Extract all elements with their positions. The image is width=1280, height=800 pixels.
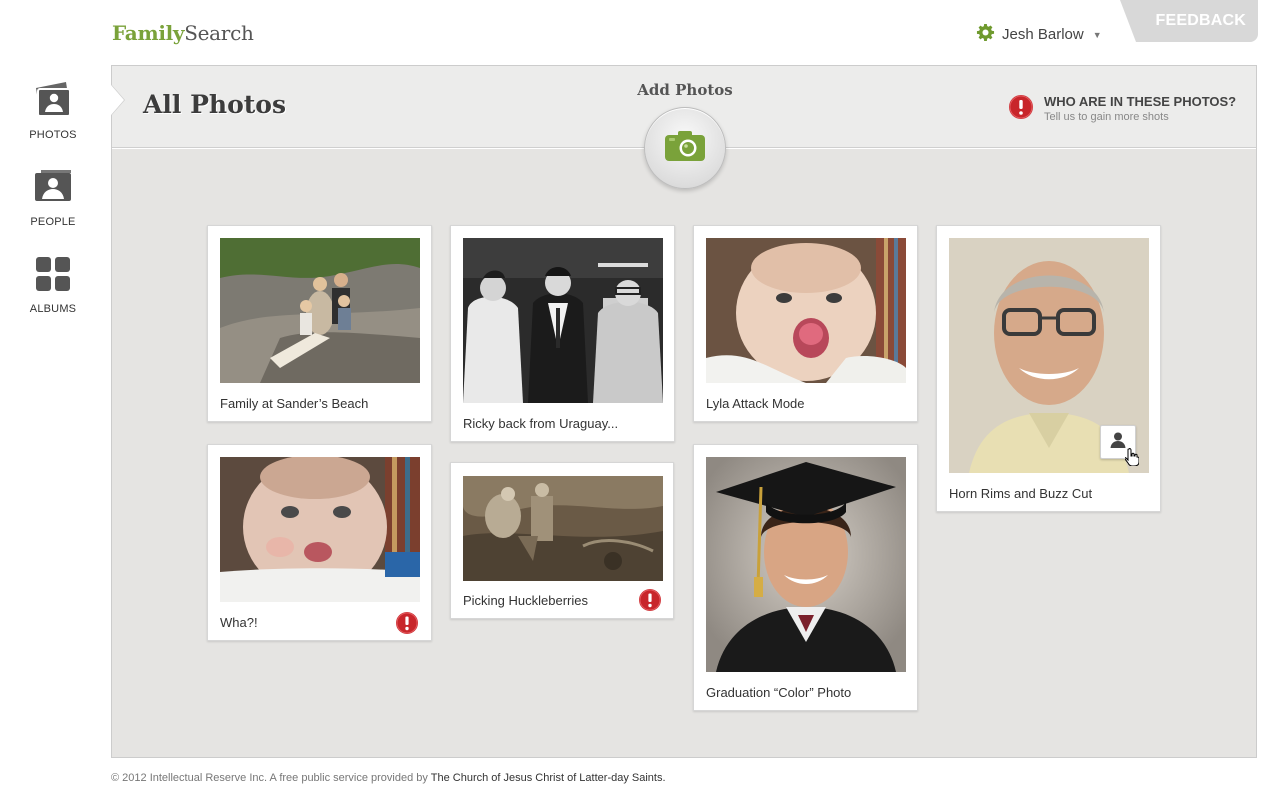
footer: © 2012 Intellectual Reserve Inc. A free … — [111, 772, 666, 784]
who-in-photos-prompt[interactable]: WHO ARE IN THESE PHOTOS? Tell us to gain… — [1008, 94, 1236, 125]
photo-caption: Picking Huckleberries — [463, 593, 588, 608]
sidebar-item-photos[interactable]: PHOTOS — [16, 78, 90, 141]
photos-icon — [16, 78, 90, 122]
familysearch-logo[interactable]: FamilySearch — [112, 21, 254, 45]
who-title: WHO ARE IN THESE PHOTOS? — [1044, 94, 1237, 109]
photo-card[interactable]: Horn Rims and Buzz Cut — [936, 225, 1161, 512]
sidebar-item-people[interactable]: PEOPLE — [16, 165, 90, 228]
gear-icon — [976, 23, 995, 46]
alert-icon — [1008, 94, 1034, 125]
photo-thumbnail — [463, 476, 663, 581]
photo-card[interactable]: Family at Sander’s Beach — [207, 225, 432, 422]
people-icon — [16, 165, 90, 209]
add-photos-label: Add Photos — [637, 81, 733, 99]
chevron-down-icon: ▼ — [1092, 29, 1102, 40]
photo-card[interactable]: Drive a bargain Ricky back from Uraguay.… — [450, 225, 675, 442]
panel-notch-inner — [111, 85, 124, 115]
user-name: Jesh Barlow — [1002, 26, 1084, 43]
logo-part-search: Search — [184, 21, 254, 45]
photo-caption: Ricky back from Uraguay... — [463, 416, 619, 431]
footer-text: © 2012 Intellectual Reserve Inc. A free … — [111, 772, 431, 784]
albums-icon — [16, 252, 90, 296]
footer-church-link[interactable]: The Church of Jesus Christ of Latter-day… — [431, 772, 666, 784]
sidebar-item-label: ALBUMS — [29, 303, 77, 315]
user-menu[interactable]: Jesh Barlow ▼ — [976, 23, 1102, 46]
photo-thumbnail — [220, 457, 420, 602]
photo-caption: Graduation “Color” Photo — [706, 685, 852, 700]
photo-thumbnail — [706, 457, 906, 672]
photo-thumbnail: Drive a bargain — [463, 238, 663, 403]
photo-card[interactable]: Picking Huckleberries — [450, 462, 674, 619]
feedback-button[interactable]: FEEDBACK — [1120, 0, 1258, 42]
photo-caption: Wha?! — [220, 615, 258, 630]
photo-thumbnail — [220, 238, 420, 383]
hand-cursor-icon — [1124, 448, 1140, 471]
sidebar-item-albums[interactable]: ALBUMS — [16, 252, 90, 315]
page-title: All Photos — [143, 90, 287, 119]
photo-caption: Horn Rims and Buzz Cut — [949, 486, 1093, 501]
photo-card[interactable]: Graduation “Color” Photo — [693, 444, 918, 711]
photo-caption: Lyla Attack Mode — [706, 396, 805, 411]
alert-icon[interactable] — [395, 611, 419, 640]
main-panel: All Photos Add Photos WHO ARE IN THESE P… — [111, 65, 1257, 758]
photo-thumbnail — [706, 238, 906, 383]
photo-card[interactable]: Wha?! — [207, 444, 432, 641]
who-subtitle: Tell us to gain more shots — [1044, 111, 1169, 123]
photo-caption: Family at Sander’s Beach — [220, 396, 369, 411]
photo-card[interactable]: Lyla Attack Mode — [693, 225, 918, 422]
logo-part-family: Family — [112, 21, 185, 45]
camera-icon — [663, 130, 707, 167]
add-photos-button[interactable] — [644, 107, 726, 189]
sidebar-item-label: PHOTOS — [29, 129, 77, 141]
sidebar-item-label: PEOPLE — [30, 216, 76, 228]
alert-icon[interactable] — [638, 588, 662, 617]
